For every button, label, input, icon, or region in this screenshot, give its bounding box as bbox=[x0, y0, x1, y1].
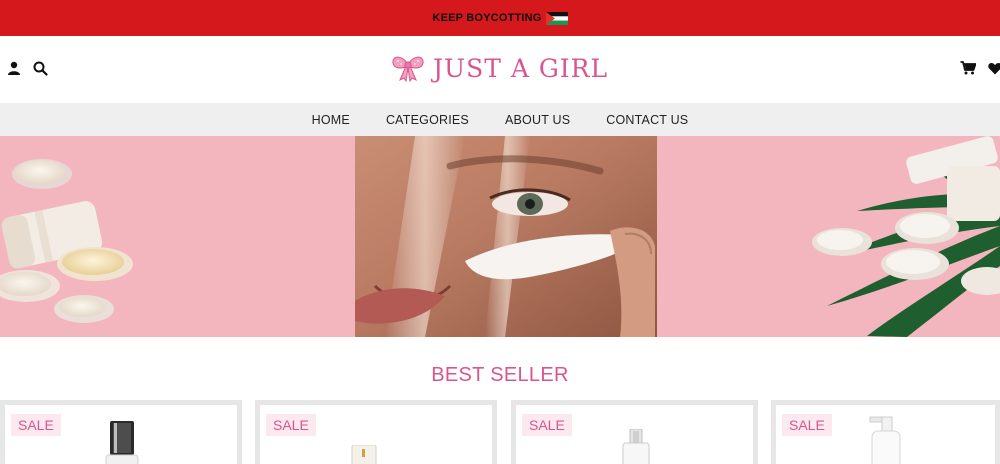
heart-icon[interactable] bbox=[986, 59, 1000, 77]
product-image bbox=[105, 421, 139, 464]
hero-right-image bbox=[812, 136, 1000, 337]
nav-item-about-us[interactable]: ABOUT US bbox=[505, 113, 570, 127]
product-card[interactable]: SALE bbox=[0, 400, 242, 464]
nav-item-categories[interactable]: CATEGORIES bbox=[386, 113, 469, 127]
main-nav: HOME CATEGORIES ABOUT US CONTACT US bbox=[0, 103, 1000, 136]
announcement-bar: KEEP BOYCOTTING bbox=[0, 0, 1000, 36]
product-card[interactable]: SALE bbox=[255, 400, 497, 464]
nav-item-home[interactable]: HOME bbox=[312, 113, 350, 127]
palestine-flag-icon bbox=[545, 11, 568, 25]
best-seller-title: BEST SELLER bbox=[431, 364, 569, 386]
hero-banner[interactable] bbox=[0, 136, 1000, 337]
product-image bbox=[622, 429, 650, 464]
product-grid: SALE SALE SALE SALE bbox=[0, 400, 1000, 464]
cart-icon[interactable] bbox=[959, 59, 977, 77]
sale-badge: SALE bbox=[266, 414, 316, 436]
product-card[interactable]: SALE bbox=[771, 400, 1000, 464]
product-image bbox=[869, 416, 901, 464]
hero-left-image bbox=[0, 159, 133, 323]
brand-name: JUST A GIRL bbox=[433, 53, 609, 83]
product-image bbox=[351, 445, 377, 464]
search-icon[interactable] bbox=[31, 59, 49, 77]
user-icon[interactable] bbox=[5, 59, 23, 77]
sale-badge: SALE bbox=[782, 414, 832, 436]
site-header: JUST A GIRL bbox=[0, 36, 1000, 103]
hero-face-image bbox=[355, 136, 657, 337]
sale-badge: SALE bbox=[522, 414, 572, 436]
announcement-text: KEEP BOYCOTTING bbox=[432, 12, 542, 24]
sale-badge: SALE bbox=[11, 414, 61, 436]
nav-item-contact-us[interactable]: CONTACT US bbox=[606, 113, 688, 127]
bow-icon bbox=[391, 54, 425, 83]
brand-logo[interactable]: JUST A GIRL bbox=[391, 50, 608, 86]
product-card[interactable]: SALE bbox=[511, 400, 758, 464]
